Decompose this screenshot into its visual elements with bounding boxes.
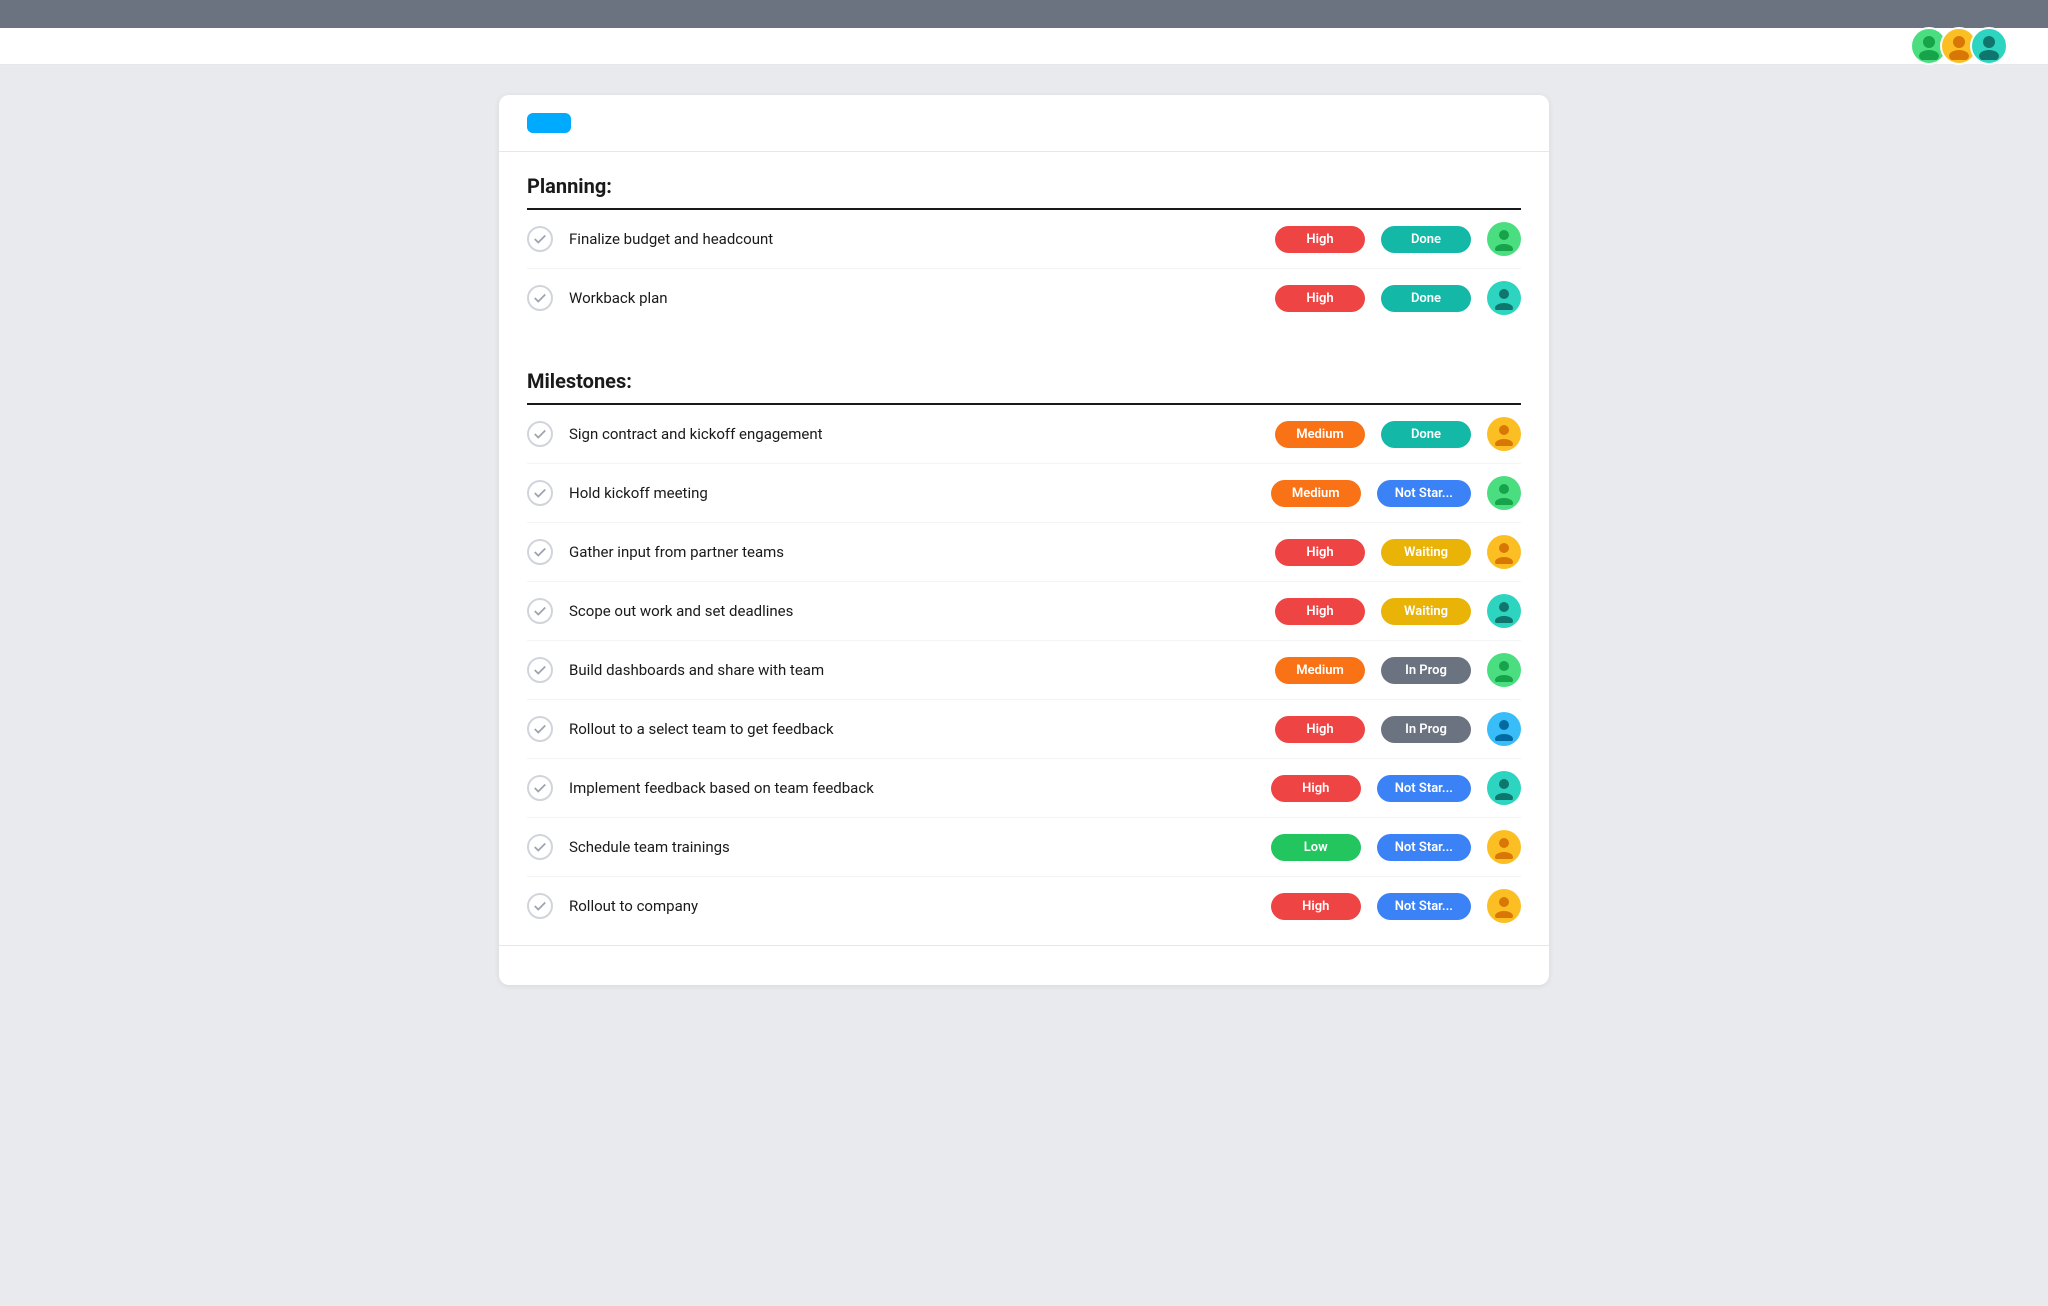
- table-row: Build dashboards and share with team Medi…: [527, 641, 1521, 700]
- task-checkbox[interactable]: [527, 421, 553, 447]
- task-name: Scope out work and set deadlines: [569, 602, 1259, 620]
- avatar: [1487, 830, 1521, 864]
- task-name: Implement feedback based on team feedbac…: [569, 779, 1255, 797]
- task-checkbox[interactable]: [527, 716, 553, 742]
- footer-divider: [499, 945, 1549, 985]
- table-row: Rollout to company High Not Star...: [527, 877, 1521, 935]
- priority-badge: Low: [1271, 834, 1361, 861]
- main-content: Planning: Finalize budget and headcount Hi…: [499, 95, 1549, 985]
- avatar: [1487, 476, 1521, 510]
- table-row: Rollout to a select team to get feedback…: [527, 700, 1521, 759]
- avatar: [1487, 594, 1521, 628]
- status-badge: In Prog: [1381, 657, 1471, 684]
- section-0: Planning: Finalize budget and headcount Hi…: [499, 152, 1549, 327]
- avatar: [1487, 417, 1521, 451]
- priority-badge: High: [1271, 893, 1361, 920]
- section-header-1: Milestones:: [527, 347, 1521, 405]
- status-badge: Waiting: [1381, 598, 1471, 625]
- avatar: [1487, 281, 1521, 315]
- task-checkbox[interactable]: [527, 539, 553, 565]
- table-row: Sign contract and kickoff engagement Medi…: [527, 405, 1521, 464]
- sections-container: Planning: Finalize budget and headcount Hi…: [499, 152, 1549, 935]
- table-row: Implement feedback based on team feedbac…: [527, 759, 1521, 818]
- priority-badge: Medium: [1275, 421, 1365, 448]
- task-checkbox[interactable]: [527, 834, 553, 860]
- priority-badge: High: [1275, 285, 1365, 312]
- task-name: Finalize budget and headcount: [569, 230, 1259, 248]
- task-checkbox[interactable]: [527, 226, 553, 252]
- priority-badge: High: [1271, 775, 1361, 802]
- status-badge: Waiting: [1381, 539, 1471, 566]
- status-badge: Not Star...: [1377, 480, 1471, 507]
- header-avatars: [1910, 27, 2008, 65]
- status-badge: In Prog: [1381, 716, 1471, 743]
- task-checkbox[interactable]: [527, 775, 553, 801]
- priority-badge: High: [1275, 716, 1365, 743]
- table-row: Finalize budget and headcount High Done: [527, 210, 1521, 269]
- task-name: Sign contract and kickoff engagement: [569, 425, 1259, 443]
- task-name: Build dashboards and share with team: [569, 661, 1259, 679]
- priority-badge: High: [1275, 539, 1365, 566]
- table-row: Hold kickoff meeting Medium Not Star...: [527, 464, 1521, 523]
- avatar: [1487, 222, 1521, 256]
- add-task-button[interactable]: [527, 113, 571, 133]
- status-badge: Not Star...: [1377, 893, 1471, 920]
- task-name: Rollout to a select team to get feedback: [569, 720, 1259, 738]
- status-badge: Done: [1381, 226, 1471, 253]
- table-row: Workback plan High Done: [527, 269, 1521, 327]
- section-spacer: [499, 327, 1549, 347]
- priority-badge: Medium: [1271, 480, 1361, 507]
- priority-badge: Medium: [1275, 657, 1365, 684]
- section-1: Milestones:Sign contract and kickoff eng…: [499, 347, 1549, 935]
- task-checkbox[interactable]: [527, 598, 553, 624]
- top-bar: [0, 0, 2048, 28]
- status-badge: Done: [1381, 421, 1471, 448]
- task-checkbox[interactable]: [527, 480, 553, 506]
- avatar: [1487, 535, 1521, 569]
- table-row: Scope out work and set deadlines High Wait…: [527, 582, 1521, 641]
- task-name: Rollout to company: [569, 897, 1255, 915]
- avatar: [1487, 712, 1521, 746]
- avatar: [1487, 653, 1521, 687]
- status-badge: Not Star...: [1377, 834, 1471, 861]
- avatar: [1487, 889, 1521, 923]
- status-badge: Not Star...: [1377, 775, 1471, 802]
- task-name: Hold kickoff meeting: [569, 484, 1255, 502]
- task-name: Gather input from partner teams: [569, 543, 1259, 561]
- task-name: Workback plan: [569, 289, 1259, 307]
- table-row: Gather input from partner teams High Waiti…: [527, 523, 1521, 582]
- avatar: [1487, 771, 1521, 805]
- priority-badge: High: [1275, 226, 1365, 253]
- section-header-0: Planning:: [527, 152, 1521, 210]
- avatar-3: [1970, 27, 2008, 65]
- task-checkbox[interactable]: [527, 285, 553, 311]
- task-checkbox[interactable]: [527, 657, 553, 683]
- status-badge: Done: [1381, 285, 1471, 312]
- header: [0, 28, 2048, 65]
- priority-badge: High: [1275, 598, 1365, 625]
- toolbar: [499, 95, 1549, 152]
- task-checkbox[interactable]: [527, 893, 553, 919]
- table-row: Schedule team trainings Low Not Star...: [527, 818, 1521, 877]
- task-name: Schedule team trainings: [569, 838, 1255, 856]
